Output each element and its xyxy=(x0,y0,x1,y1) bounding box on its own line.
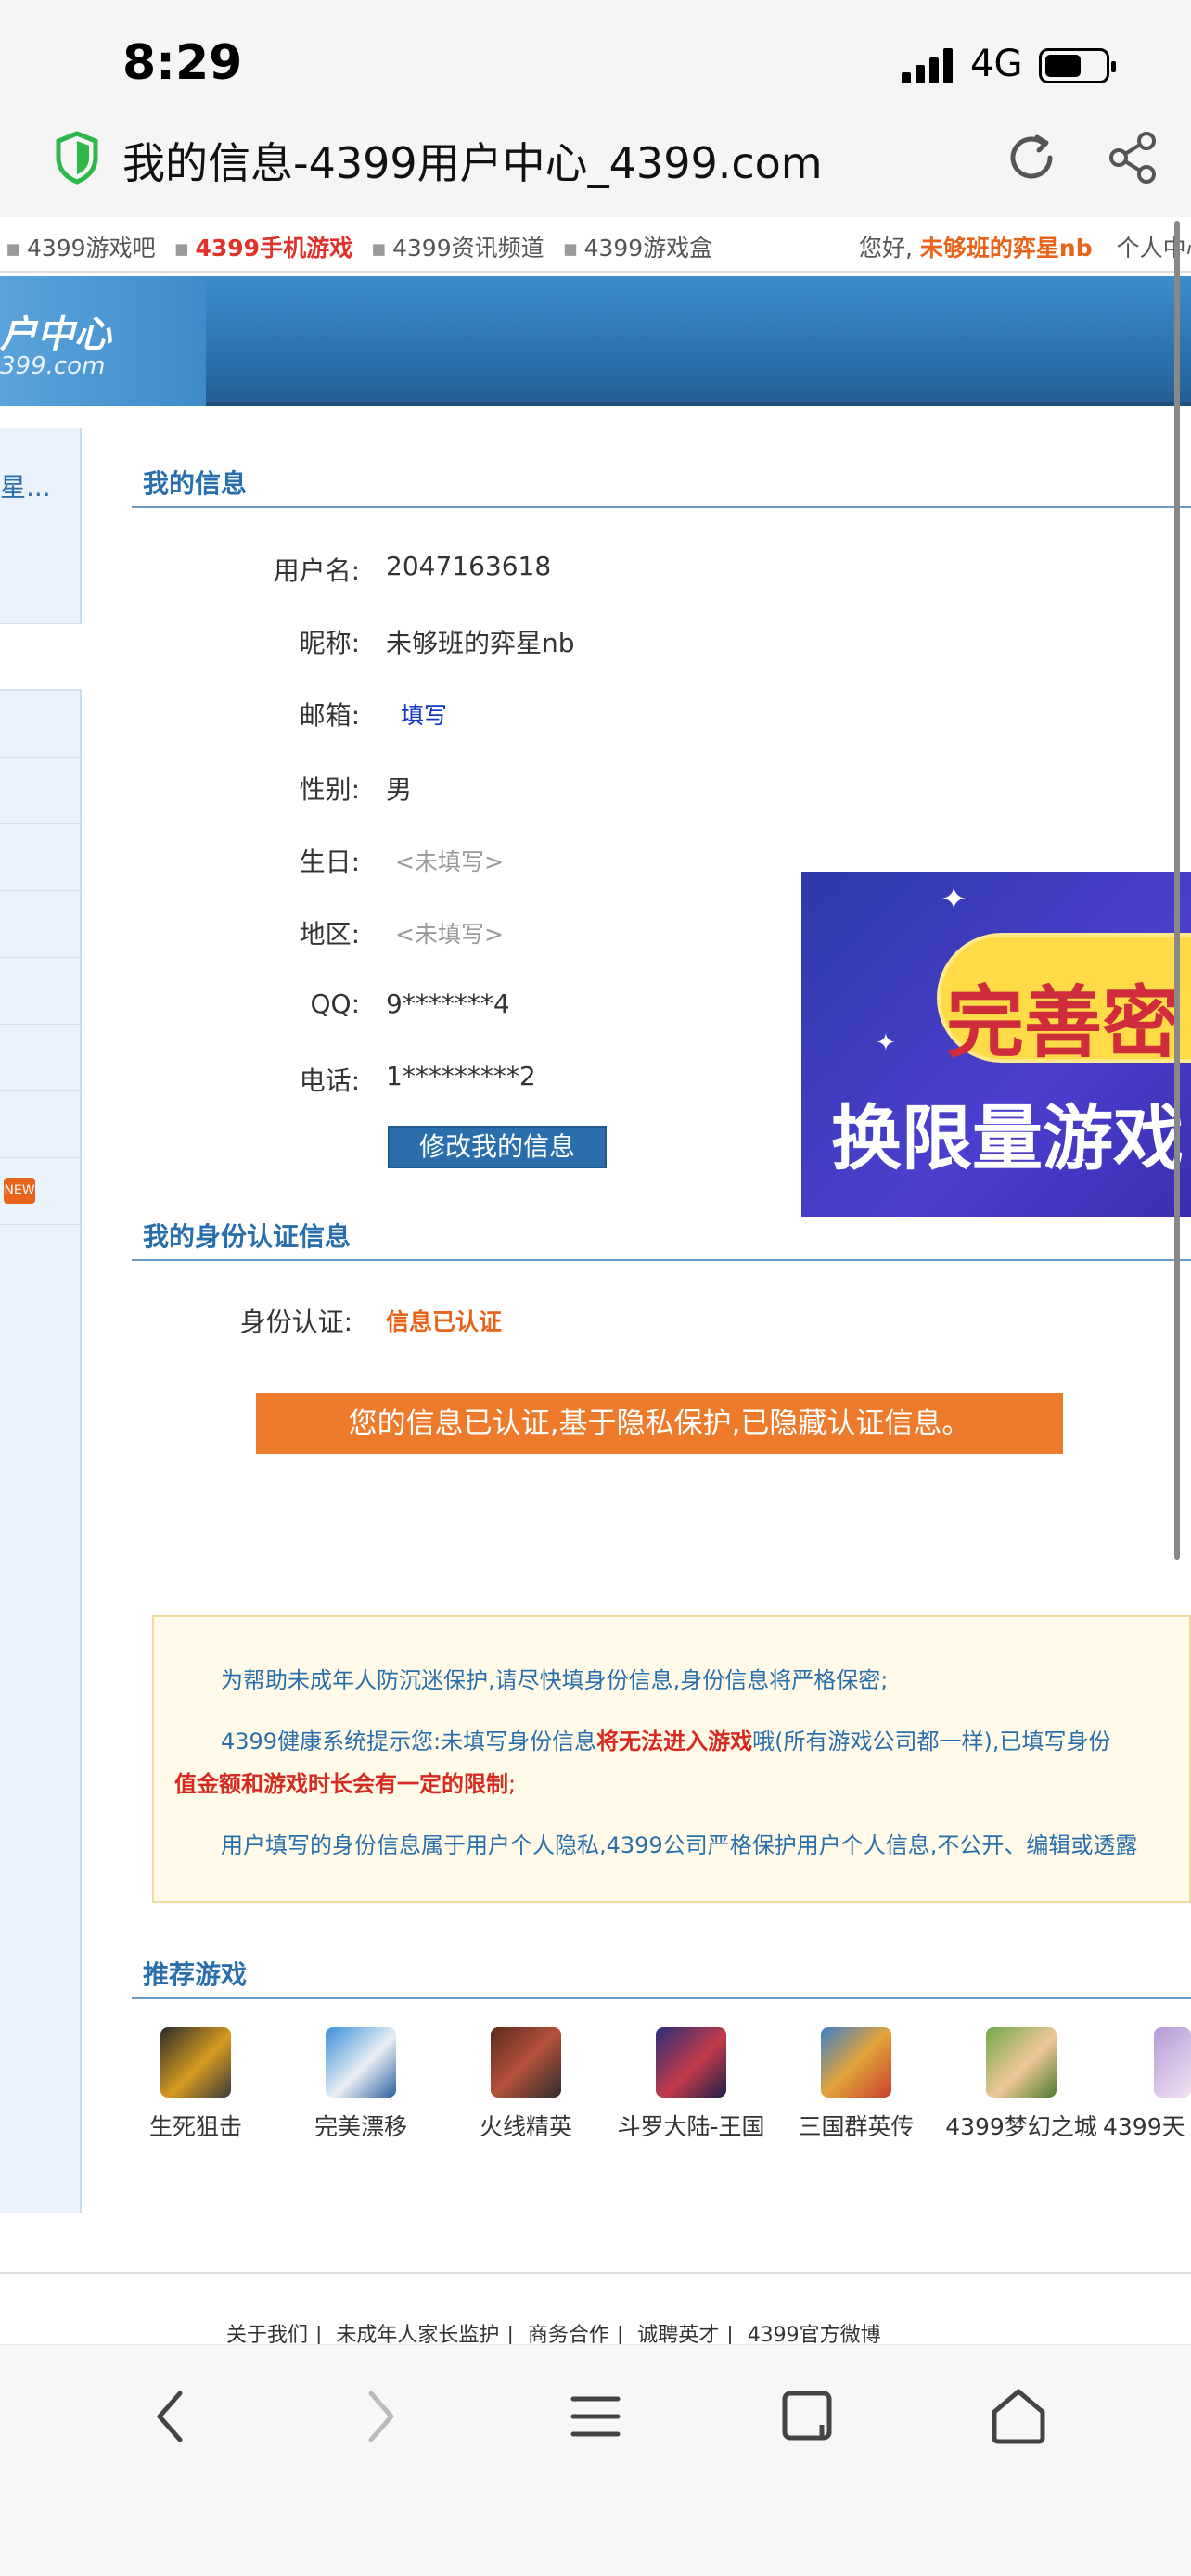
sidebar-item-label[interactable]: 星... xyxy=(0,467,51,504)
field-value-region: <未填写> xyxy=(395,921,504,948)
site-banner: 户中心 399.com xyxy=(0,276,1191,406)
promo-line2: 换限量游戏 xyxy=(831,1097,1184,1180)
field-value-username: 2047163618 xyxy=(386,551,552,581)
share-icon[interactable] xyxy=(1104,128,1163,187)
tabs-icon[interactable] xyxy=(779,2384,839,2449)
new-badge-icon: NEW xyxy=(4,1178,35,1204)
tip-line: 值金额和游戏时长会有一定的限制; xyxy=(174,1771,517,1797)
divider xyxy=(132,1997,1191,1999)
menu-icon[interactable] xyxy=(568,2384,623,2449)
star-icon: ✦ xyxy=(941,881,967,918)
tip-line: 4399健康系统提示您:未填写身份信息将无法进入游戏哦(所有游戏公司都一样),已… xyxy=(221,1728,1111,1754)
forward-icon[interactable] xyxy=(358,2384,404,2449)
greeting: 您好, xyxy=(859,235,913,261)
field-label-nickname: 昵称: xyxy=(299,628,360,658)
signal-icon xyxy=(902,48,957,83)
field-value-birthday: <未填写> xyxy=(395,848,504,875)
field-value-phone: 1*********2 xyxy=(386,1061,536,1091)
network-type: 4G xyxy=(970,43,1023,85)
section-title-my-info: 我的信息 xyxy=(143,468,248,499)
field-value-nickname: 未够班的弈星nb xyxy=(386,628,575,658)
section-title-recommend: 推荐游戏 xyxy=(143,1959,248,1990)
back-icon[interactable] xyxy=(147,2384,193,2449)
game-icon xyxy=(656,2027,726,2098)
tip-line: 用户填写的身份信息属于用户个人隐私,4399公司严格保护用户个人信息,不公开、编… xyxy=(221,1832,1138,1858)
game-item[interactable]: 4399梦幻之城 xyxy=(938,2027,1105,2142)
field-label-phone: 电话: xyxy=(299,1065,360,1096)
game-item[interactable]: 斗罗大陆-王国 xyxy=(608,2027,775,2142)
divider xyxy=(132,506,1191,508)
status-bar: 8:29 4G xyxy=(0,0,1191,121)
game-item[interactable]: 火线精英 xyxy=(442,2027,609,2142)
identity-notice: 您的信息已认证,基于隐私保护,已隐藏认证信息。 xyxy=(256,1393,1063,1454)
browser-bottom-bar xyxy=(0,2344,1191,2576)
home-icon[interactable] xyxy=(989,2384,1048,2449)
divider xyxy=(0,2272,1191,2274)
nav-link-game-box[interactable]: 4399游戏盒 xyxy=(584,235,713,261)
game-icon xyxy=(1154,2027,1191,2098)
game-item[interactable]: 4399天 xyxy=(1103,2027,1191,2142)
nav-link-bar[interactable]: 4399游戏吧 xyxy=(27,235,156,261)
reload-icon[interactable] xyxy=(1002,128,1061,187)
nav-link-mobile-games[interactable]: 4399手机游戏 xyxy=(195,235,352,261)
promo-line1: 完善密 xyxy=(946,977,1181,1068)
field-label-birthday: 生日: xyxy=(299,847,360,877)
field-label-username: 用户名: xyxy=(273,555,360,586)
section-title-identity: 我的身份认证信息 xyxy=(143,1221,352,1252)
game-item[interactable]: 三国群英传 xyxy=(773,2027,940,2142)
battery-icon xyxy=(1039,48,1116,83)
divider xyxy=(132,1259,1191,1261)
promo-banner[interactable]: ✦ ✦ ✦ 完善密 换限量游戏 xyxy=(801,872,1191,1217)
identity-status: 信息已认证 xyxy=(386,1308,503,1335)
scrollbar[interactable] xyxy=(1174,221,1180,1560)
sidebar: 星... NEW xyxy=(0,428,82,2213)
clock: 8:29 xyxy=(122,35,243,91)
email-fill-link[interactable]: 填写 xyxy=(401,697,447,731)
game-icon xyxy=(821,2027,891,2098)
nav-link-news[interactable]: 4399资讯频道 xyxy=(392,235,544,261)
page-title: 我的信息-4399用户中心_4399.com xyxy=(122,138,823,188)
top-navigation: ▪ 4399游戏吧 ▪ 4399手机游戏 ▪ 4399资讯频道 ▪ 4399游戏盒 您好… xyxy=(0,217,1191,273)
field-label-gender: 性别: xyxy=(299,774,360,805)
browser-url-bar[interactable]: 我的信息-4399用户中心_4399.com xyxy=(0,121,1191,217)
game-icon xyxy=(491,2027,561,2098)
identity-label: 身份认证: xyxy=(239,1307,352,1337)
tip-line: 为帮助未成年人防沉迷保护,请尽快填身份信息,身份信息将严格保密; xyxy=(221,1667,889,1693)
shield-icon xyxy=(56,131,98,185)
game-icon xyxy=(326,2027,396,2098)
sidebar-item-selected[interactable] xyxy=(0,623,82,690)
field-label-region: 地区: xyxy=(299,919,360,950)
field-label-qq: QQ: xyxy=(310,988,360,1019)
edit-info-button[interactable]: 修改我的信息 xyxy=(388,1126,607,1168)
game-icon xyxy=(160,2027,231,2098)
field-value-gender: 男 xyxy=(386,774,413,805)
field-value-qq: 9*******4 xyxy=(386,988,510,1019)
field-label-email: 邮箱: xyxy=(299,700,360,731)
game-item[interactable]: 完美漂移 xyxy=(277,2027,444,2142)
site-logo[interactable]: 户中心 399.com xyxy=(0,276,206,406)
username-link[interactable]: 未够班的弈星nb xyxy=(920,235,1093,261)
anti-addiction-tips: 为帮助未成年人防沉迷保护,请尽快填身份信息,身份信息将严格保密; 4399健康系… xyxy=(152,1615,1191,1903)
game-icon xyxy=(986,2027,1057,2098)
star-icon: ✦ xyxy=(876,1029,896,1057)
game-item[interactable]: 生死狙击 xyxy=(112,2027,279,2142)
